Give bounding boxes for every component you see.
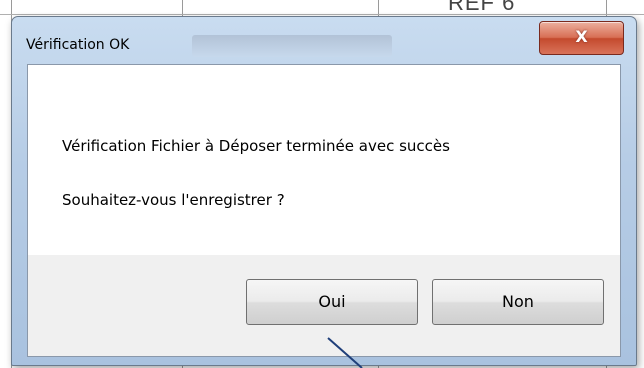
background-cell-text: REF 6 [448, 0, 516, 15]
grid-line [0, 14, 644, 15]
titlebar-glass [192, 35, 392, 57]
message-area: Vérification Fichier à Déposer terminée … [28, 65, 620, 255]
verification-dialog: Vérification OK X Vérification Fichier à… [11, 16, 637, 366]
yes-button[interactable]: Oui [246, 279, 418, 325]
message-question: Souhaitez-vous l'enregistrer ? [62, 191, 285, 209]
dialog-title: Vérification OK [26, 37, 130, 53]
message-success: Vérification Fichier à Déposer terminée … [62, 137, 450, 155]
close-button[interactable]: X [539, 21, 624, 55]
dialog-titlebar[interactable]: Vérification OK X [12, 17, 636, 64]
no-button[interactable]: Non [432, 279, 604, 325]
dialog-content: Vérification Fichier à Déposer terminée … [27, 64, 621, 357]
close-icon: X [575, 27, 588, 46]
